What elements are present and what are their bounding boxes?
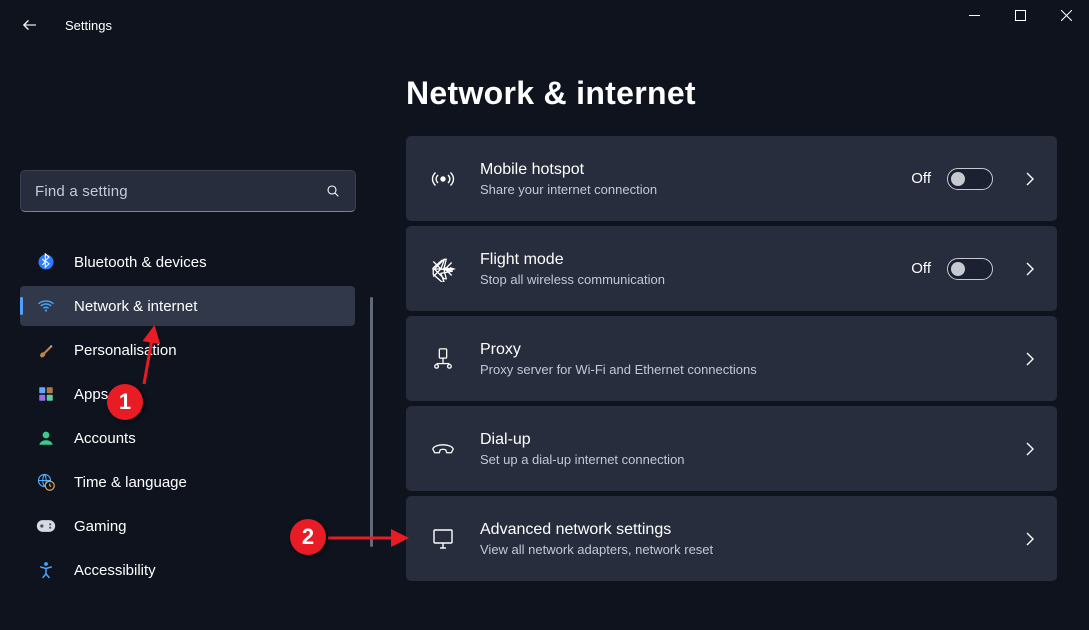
accessibility-icon	[36, 560, 56, 580]
card-title: Mobile hotspot	[480, 161, 911, 179]
card-flight-mode[interactable]: Flight mode Stop all wireless communicat…	[406, 226, 1057, 311]
card-subtitle: Proxy server for Wi-Fi and Ethernet conn…	[480, 362, 1009, 377]
search-icon	[325, 183, 341, 199]
sidebar-item-label: Apps	[74, 386, 108, 403]
card-subtitle: Stop all wireless communication	[480, 272, 911, 287]
expand-chevron[interactable]	[1023, 261, 1037, 277]
sidebar-item-time-language[interactable]: Time & language	[20, 462, 355, 502]
card-title: Proxy	[480, 341, 1009, 359]
card-subtitle: View all network adapters, network reset	[480, 542, 1009, 557]
toggle-state-label: Off	[911, 260, 931, 277]
sidebar-item-accessibility[interactable]: Accessibility	[20, 550, 355, 590]
sidebar-item-label: Network & internet	[74, 298, 197, 315]
card-title: Dial-up	[480, 431, 1009, 449]
proxy-icon	[426, 347, 460, 371]
annotation-arrow-1	[140, 320, 170, 390]
card-title: Flight mode	[480, 251, 911, 269]
flight-mode-toggle[interactable]	[947, 258, 993, 280]
sidebar-item-apps[interactable]: Apps	[20, 374, 355, 414]
sidebar-item-accounts[interactable]: Accounts	[20, 418, 355, 458]
expand-chevron[interactable]	[1023, 441, 1037, 457]
expand-chevron[interactable]	[1023, 351, 1037, 367]
minimize-button[interactable]	[951, 0, 997, 30]
expand-chevron[interactable]	[1023, 531, 1037, 547]
card-subtitle: Share your internet connection	[480, 182, 911, 197]
card-advanced-network[interactable]: Advanced network settings View all netwo…	[406, 496, 1057, 581]
annotation-badge-2: 2	[290, 519, 326, 555]
annotation-number: 1	[119, 389, 131, 415]
chevron-right-icon	[1025, 351, 1035, 367]
airplane-icon	[426, 256, 460, 282]
maximize-icon	[1015, 10, 1026, 21]
card-subtitle: Set up a dial-up internet connection	[480, 452, 1009, 467]
account-block	[20, 55, 340, 150]
chevron-right-icon	[1025, 261, 1035, 277]
sidebar-item-label: Gaming	[74, 518, 127, 535]
sidebar-item-label: Accessibility	[74, 562, 156, 579]
card-title: Advanced network settings	[480, 521, 1009, 539]
close-icon	[1061, 10, 1072, 21]
person-icon	[36, 428, 56, 448]
page-title: Network & internet	[406, 75, 1057, 112]
sidebar-item-label: Time & language	[74, 474, 187, 491]
hotspot-toggle[interactable]	[947, 168, 993, 190]
bluetooth-icon	[36, 252, 56, 272]
arrow-left-icon-line	[21, 16, 39, 34]
gaming-icon	[36, 516, 56, 536]
chevron-right-icon	[1025, 531, 1035, 547]
card-mobile-hotspot[interactable]: Mobile hotspot Share your internet conne…	[406, 136, 1057, 221]
brush-icon	[36, 340, 56, 360]
back-button[interactable]	[0, 0, 55, 50]
app-name: Settings	[65, 18, 112, 33]
hotspot-icon	[426, 167, 460, 191]
main-content: Network & internet Mobile hotspot Share …	[370, 55, 1071, 630]
minimize-icon	[969, 10, 980, 21]
chevron-right-icon	[1025, 441, 1035, 457]
annotation-arrow-2	[326, 528, 416, 548]
annotation-number: 2	[302, 524, 314, 550]
annotation-badge-1: 1	[107, 384, 143, 420]
search-input[interactable]	[35, 183, 325, 200]
card-dialup[interactable]: Dial-up Set up a dial-up internet connec…	[406, 406, 1057, 491]
close-button[interactable]	[1043, 0, 1089, 30]
maximize-button[interactable]	[997, 0, 1043, 30]
wifi-icon	[36, 296, 56, 316]
monitor-icon	[426, 528, 460, 550]
card-proxy[interactable]: Proxy Proxy server for Wi-Fi and Etherne…	[406, 316, 1057, 401]
chevron-right-icon	[1025, 171, 1035, 187]
expand-chevron[interactable]	[1023, 171, 1037, 187]
globe-clock-icon	[36, 472, 56, 492]
apps-icon	[36, 384, 56, 404]
phone-icon	[426, 438, 460, 460]
sidebar-item-bluetooth[interactable]: Bluetooth & devices	[20, 242, 355, 282]
sidebar-item-personalisation[interactable]: Personalisation	[20, 330, 355, 370]
sidebar-item-label: Bluetooth & devices	[74, 254, 207, 271]
search-box[interactable]	[20, 170, 356, 212]
toggle-state-label: Off	[911, 170, 931, 187]
sidebar-item-network[interactable]: Network & internet	[20, 286, 355, 326]
window-titlebar: Settings	[0, 0, 1089, 50]
sidebar-item-label: Accounts	[74, 430, 136, 447]
